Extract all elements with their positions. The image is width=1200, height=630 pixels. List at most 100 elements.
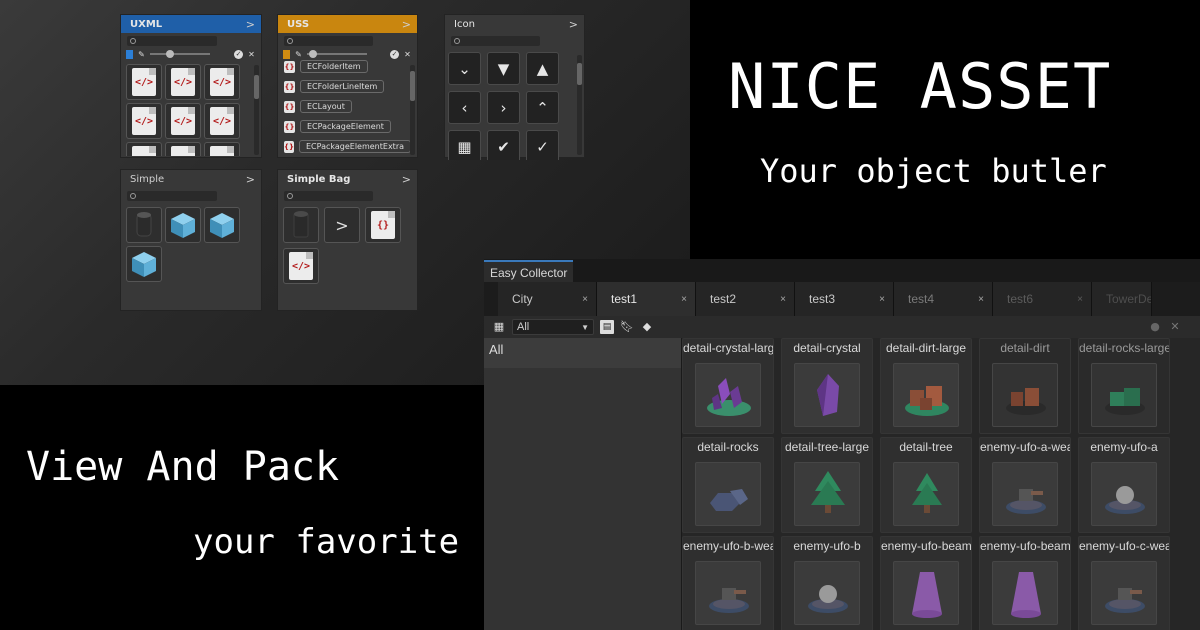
scrollbar-thumb[interactable] xyxy=(577,63,582,85)
size-slider[interactable] xyxy=(307,50,367,58)
chevron-right-icon[interactable]: > xyxy=(402,18,411,31)
icon-header[interactable]: Icon > xyxy=(445,15,584,33)
close-icon[interactable]: ✕ xyxy=(1168,320,1182,334)
close-icon[interactable]: × xyxy=(681,294,687,305)
uxml-file-cell[interactable]: </> xyxy=(283,248,319,284)
uxml-file-cell[interactable]: </> xyxy=(126,103,162,139)
uss-header[interactable]: USS > xyxy=(278,15,417,33)
size-slider[interactable] xyxy=(150,50,210,58)
cube-asset-cell[interactable] xyxy=(126,246,162,282)
color-swatch[interactable] xyxy=(283,49,290,59)
check-circle-outline-icon[interactable]: ✓ xyxy=(526,130,559,160)
chevron-right-icon[interactable]: > xyxy=(402,173,411,186)
triangle-up-icon[interactable]: ▲ xyxy=(526,52,559,85)
grid-icon[interactable]: ▦ xyxy=(448,130,481,160)
uxml-file-cell[interactable]: </> xyxy=(165,64,201,100)
asset-card[interactable]: enemy-ufo-b-weapon xyxy=(682,536,774,630)
asset-card[interactable]: enemy-ufo-a-weapon xyxy=(979,437,1071,533)
scrollbar-thumb[interactable] xyxy=(254,75,259,99)
uss-file-cell[interactable]: {} xyxy=(365,207,401,243)
slider-knob[interactable] xyxy=(166,50,174,58)
chevron-right-icon[interactable]: > xyxy=(569,18,578,31)
search-input[interactable] xyxy=(127,191,217,201)
asset-card[interactable]: detail-tree-large xyxy=(781,437,873,533)
close-icon[interactable]: × xyxy=(582,294,588,305)
layout-icon[interactable]: ▤ xyxy=(600,320,614,334)
list-item[interactable]: {} ECFolderLineItem xyxy=(284,78,411,95)
check-circle-filled-icon[interactable]: ✔ xyxy=(487,130,520,160)
check-circle-icon[interactable]: ● xyxy=(1148,320,1162,334)
close-icon[interactable]: ✕ xyxy=(403,50,412,59)
close-icon[interactable]: × xyxy=(780,294,786,305)
scrollbar[interactable] xyxy=(410,65,415,155)
close-icon[interactable]: × xyxy=(879,294,885,305)
tab-city[interactable]: City × xyxy=(498,282,597,316)
tag-icon[interactable]: ◆ xyxy=(640,320,654,334)
chevron-left-icon[interactable]: ‹ xyxy=(448,91,481,124)
scrollbar[interactable] xyxy=(254,65,259,155)
grid-view-icon[interactable]: ▦ xyxy=(492,320,506,334)
uxml-file-cell[interactable]: </> xyxy=(204,64,240,100)
chevron-right-icon[interactable]: > xyxy=(246,173,255,186)
uxml-file-cell[interactable]: </> xyxy=(126,64,162,100)
cylinder-asset-cell[interactable] xyxy=(126,207,162,243)
expand-button[interactable]: > xyxy=(324,207,360,243)
tab-towerde[interactable]: TowerDe xyxy=(1092,282,1152,316)
asset-card[interactable]: enemy-ufo-beam xyxy=(979,536,1071,630)
uxml-file-cell[interactable]: </> xyxy=(165,103,201,139)
search-input[interactable] xyxy=(284,36,373,46)
pen-icon[interactable]: ✎ xyxy=(294,50,303,59)
asset-card[interactable]: enemy-ufo-c-weapon xyxy=(1078,536,1170,630)
asset-card[interactable]: detail-dirt-large xyxy=(880,338,972,434)
bookmark-icon[interactable]: 🔖︎ xyxy=(620,320,634,334)
asset-card[interactable]: enemy-ufo-beam-b xyxy=(880,536,972,630)
asset-card[interactable]: detail-tree xyxy=(880,437,972,533)
asset-card[interactable]: detail-crystal xyxy=(781,338,873,434)
asset-card[interactable]: enemy-ufo-b xyxy=(781,536,873,630)
tab-test6[interactable]: test6 × xyxy=(993,282,1092,316)
simple-header[interactable]: Simple > xyxy=(121,170,261,188)
chevron-right-icon[interactable]: › xyxy=(487,91,520,124)
window-title-tab[interactable]: Easy Collector xyxy=(484,260,574,282)
asset-card[interactable]: detail-crystal-large xyxy=(682,338,774,434)
uxml-header[interactable]: UXML > xyxy=(121,15,261,33)
cube-asset-cell[interactable] xyxy=(204,207,240,243)
tab-test1[interactable]: test1 × xyxy=(597,282,696,316)
triangle-down-icon[interactable]: ▼ xyxy=(487,52,520,85)
tab-test4[interactable]: test4 × xyxy=(894,282,993,316)
tab-test2[interactable]: test2 × xyxy=(696,282,795,316)
search-input[interactable] xyxy=(127,36,217,46)
close-icon[interactable]: ✕ xyxy=(247,50,256,59)
asset-card[interactable]: detail-dirt xyxy=(979,338,1071,434)
cube-asset-cell[interactable] xyxy=(165,207,201,243)
check-circle-icon[interactable]: ✓ xyxy=(390,49,399,59)
cylinder-asset-cell[interactable] xyxy=(283,207,319,243)
search-input[interactable] xyxy=(284,191,373,201)
list-item[interactable]: {} ECLayout xyxy=(284,98,411,115)
pen-icon[interactable]: ✎ xyxy=(137,50,146,59)
search-input[interactable] xyxy=(451,36,540,46)
asset-card[interactable]: detail-rocks-large xyxy=(1078,338,1170,434)
list-item[interactable]: {} ECPackageElement xyxy=(284,118,411,135)
filter-dropdown[interactable]: All ▼ xyxy=(512,319,594,335)
uxml-file-cell[interactable]: </> xyxy=(165,142,201,156)
check-circle-icon[interactable]: ✓ xyxy=(234,49,243,59)
close-icon[interactable]: × xyxy=(978,294,984,305)
uxml-file-cell[interactable]: </> xyxy=(204,142,240,156)
sidebar-item-all[interactable]: All xyxy=(484,338,681,368)
color-swatch[interactable] xyxy=(126,49,133,59)
chevron-up-icon[interactable]: ⌃ xyxy=(526,91,559,124)
asset-card[interactable]: detail-rocks xyxy=(682,437,774,533)
chevron-right-icon[interactable]: > xyxy=(246,18,255,31)
list-item[interactable]: {} ECPackageElementExtra xyxy=(284,138,412,154)
tab-test3[interactable]: test3 × xyxy=(795,282,894,316)
uxml-file-cell[interactable]: </> xyxy=(126,142,162,156)
simple-bag-header[interactable]: Simple Bag > xyxy=(278,170,417,188)
list-item[interactable]: {} ECFolderItem xyxy=(284,58,411,75)
scrollbar[interactable] xyxy=(577,55,582,155)
chevron-down-icon[interactable]: ⌄ xyxy=(448,52,481,85)
asset-card[interactable]: enemy-ufo-a xyxy=(1078,437,1170,533)
close-icon[interactable]: × xyxy=(1077,294,1083,305)
uxml-file-cell[interactable]: </> xyxy=(204,103,240,139)
scrollbar-thumb[interactable] xyxy=(410,71,415,101)
